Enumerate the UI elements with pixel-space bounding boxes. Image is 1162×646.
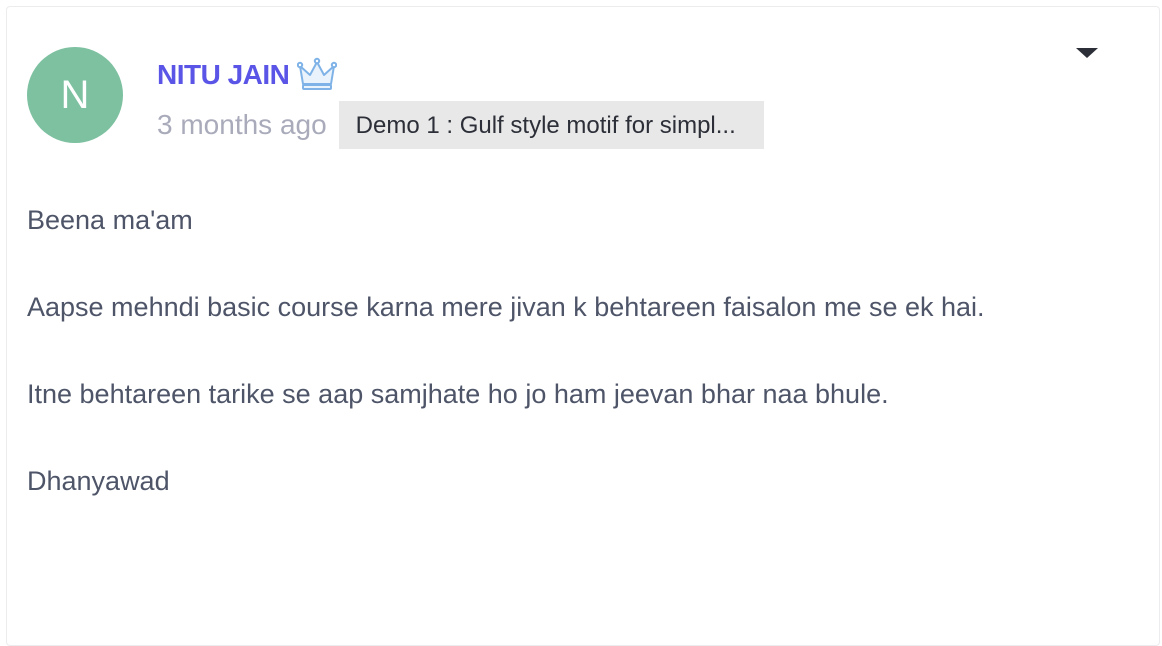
comment-body: Beena ma'am Aapse mehndi basic course ka… [27,195,1127,543]
crown-icon [297,57,338,90]
meta-row: 3 months ago Demo 1 : Gulf style motif f… [157,101,764,149]
caret-down-icon[interactable] [1075,47,1099,59]
comment-paragraph: Dhanyawad [27,466,170,496]
lesson-chip[interactable]: Demo 1 : Gulf style motif for simpl... [338,101,764,149]
comment-card: N NITU JAIN 3 months ago Demo 1 : Gulf s… [6,6,1160,646]
avatar[interactable]: N [27,47,123,143]
author-row: NITU JAIN [157,55,338,95]
author-name[interactable]: NITU JAIN [157,59,290,91]
timestamp: 3 months ago [157,109,327,140]
comment-paragraph: Beena ma'am [27,205,193,235]
comment-paragraph: Aapse mehndi basic course karna mere jiv… [27,292,985,322]
comment-paragraph: Itne behtareen tarike se aap samjhate ho… [27,379,889,409]
